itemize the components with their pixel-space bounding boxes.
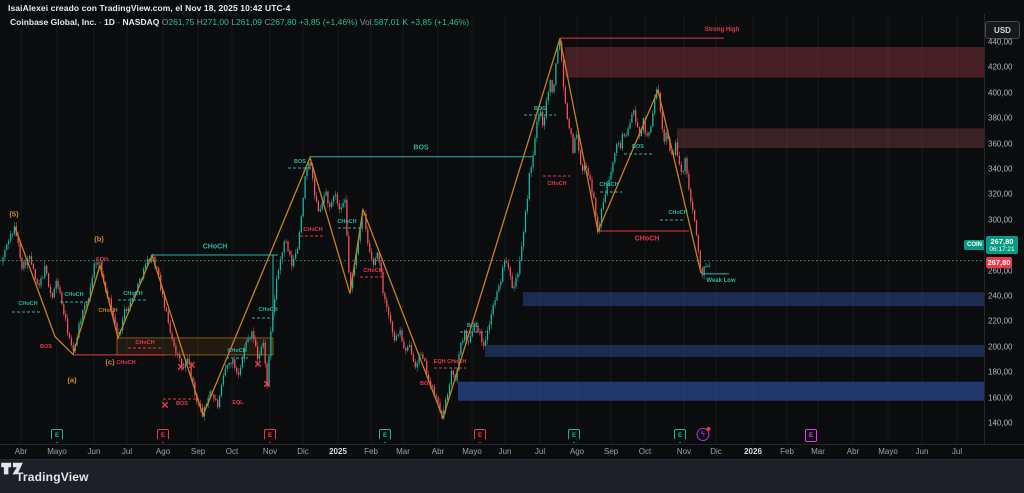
upcoming-earnings-icon[interactable]: ϟ bbox=[697, 428, 710, 441]
tradingview-chart-window: (5)(b)(a)(c)CHoCHBOSCHoCHStrong HighWeak… bbox=[0, 0, 1024, 493]
month-tick-label: Mayo bbox=[462, 447, 482, 456]
month-tick-label: Abr bbox=[847, 447, 859, 456]
last-price-label: 267,80 06:17:21 bbox=[986, 236, 1018, 254]
time-axis-divider bbox=[0, 444, 1024, 445]
low-value: 261,09 bbox=[236, 17, 262, 27]
volume-change: +3,85 (+1,46%) bbox=[410, 17, 469, 27]
close-value: 267,80 bbox=[270, 17, 296, 27]
last-price-value: 267,80 bbox=[986, 237, 1018, 246]
month-tick-label: Mar bbox=[396, 447, 410, 456]
timeframe[interactable]: 1D bbox=[104, 17, 115, 27]
price-tick-label: 300,00 bbox=[988, 215, 1012, 224]
month-tick-label: Sep bbox=[191, 447, 205, 456]
month-tick-label: Ago bbox=[156, 447, 170, 456]
price-tick-label: 380,00 bbox=[988, 114, 1012, 123]
open-value: 261,75 bbox=[168, 17, 194, 27]
month-tick-label: Abr bbox=[15, 447, 27, 456]
price-tick-label: 420,00 bbox=[988, 63, 1012, 72]
month-tick-label: Dic bbox=[297, 447, 309, 456]
volume-label: Vol. bbox=[360, 17, 374, 27]
month-tick-label: Dic bbox=[710, 447, 722, 456]
tradingview-logo-text: TradingView bbox=[16, 470, 89, 484]
month-tick-label: Jul bbox=[535, 447, 545, 456]
bar-countdown: 06:17:21 bbox=[986, 246, 1018, 253]
month-tick-label: Oct bbox=[226, 447, 238, 456]
currency-toggle-button[interactable]: USD bbox=[985, 21, 1020, 39]
month-tick-label: Mar bbox=[811, 447, 825, 456]
symbol-header[interactable]: Coinbase Global, Inc. - 1D - NASDAQ O261… bbox=[10, 17, 469, 27]
high-value: 271,00 bbox=[203, 17, 229, 27]
price-axis-divider bbox=[984, 14, 985, 444]
price-tick-label: 440,00 bbox=[988, 38, 1012, 47]
month-tick-label: Feb bbox=[780, 447, 794, 456]
footer-bar: TradingView bbox=[0, 459, 1024, 493]
price-tick-label: 220,00 bbox=[988, 317, 1012, 326]
attribution-bar: IsaiAlexei creado con TradingView.com, e… bbox=[8, 3, 291, 13]
year-tick-label: 2025 bbox=[329, 447, 347, 456]
price-tick-label: 180,00 bbox=[988, 368, 1012, 377]
price-tick-label: 340,00 bbox=[988, 165, 1012, 174]
month-tick-label: Jun bbox=[916, 447, 929, 456]
month-tick-label: Jul bbox=[952, 447, 962, 456]
price-tick-label: 400,00 bbox=[988, 88, 1012, 97]
month-tick-label: Nov bbox=[677, 447, 691, 456]
month-tick-label: Jun bbox=[499, 447, 512, 456]
earnings-marker-icon[interactable]: E bbox=[805, 429, 817, 442]
tradingview-logo[interactable]: TradingView bbox=[16, 470, 89, 484]
candlestick-chart[interactable] bbox=[0, 0, 1024, 493]
month-tick-label: Nov bbox=[263, 447, 277, 456]
month-tick-label: Oct bbox=[639, 447, 651, 456]
price-tick-label: 200,00 bbox=[988, 342, 1012, 351]
month-tick-label: Mayo bbox=[47, 447, 67, 456]
month-tick-label: Ago bbox=[570, 447, 584, 456]
month-tick-label: Jul bbox=[122, 447, 132, 456]
price-tick-label: 240,00 bbox=[988, 292, 1012, 301]
symbol-title[interactable]: Coinbase Global, Inc. bbox=[10, 17, 96, 27]
volume-value: 587,01 K bbox=[374, 17, 408, 27]
price-tick-label: 140,00 bbox=[988, 419, 1012, 428]
month-tick-label: Abr bbox=[432, 447, 444, 456]
change-value: +3,85 (+1,46%) bbox=[299, 17, 358, 27]
month-tick-label: Mayo bbox=[878, 447, 898, 456]
price-tick-label: 160,00 bbox=[988, 393, 1012, 402]
month-tick-label: Feb bbox=[364, 447, 378, 456]
prev-price-label: 267,80 bbox=[986, 257, 1012, 268]
month-tick-label: Jun bbox=[88, 447, 101, 456]
price-tick-label: 360,00 bbox=[988, 139, 1012, 148]
year-tick-label: 2026 bbox=[744, 447, 762, 456]
month-tick-label: Sep bbox=[604, 447, 618, 456]
ticker-badge: COIN bbox=[964, 240, 985, 250]
tradingview-logo-icon bbox=[0, 460, 24, 478]
price-tick-label: 320,00 bbox=[988, 190, 1012, 199]
exchange: NASDAQ bbox=[123, 17, 160, 27]
